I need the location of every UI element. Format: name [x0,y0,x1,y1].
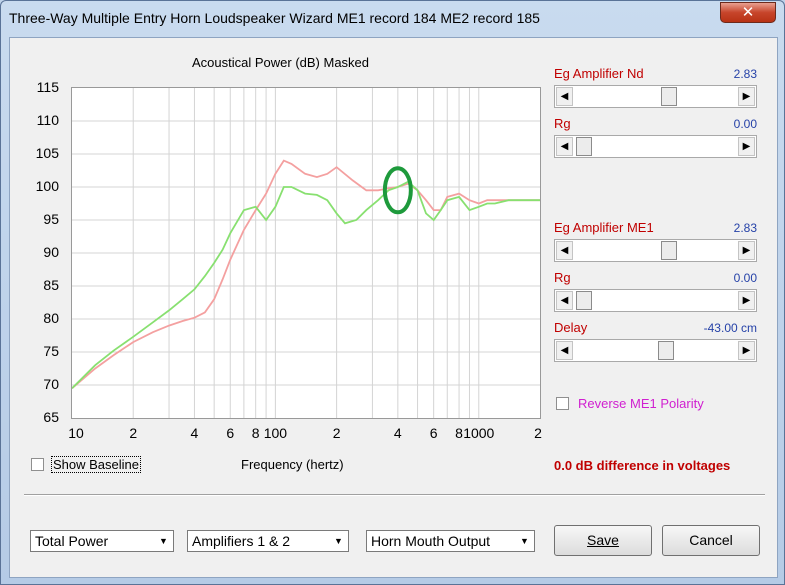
y-tick-label: 85 [43,277,59,293]
output-type-select[interactable]: Total Power ▼ [30,530,174,552]
slider-scrollbar[interactable]: ◀ ▶ [554,289,757,312]
voltage-difference-text: 0.0 dB difference in voltages [554,458,731,473]
chevron-down-icon[interactable]: ▼ [155,532,172,550]
slider-scrollbar[interactable]: ◀ ▶ [554,85,757,108]
y-tick-label: 95 [43,211,59,227]
amplifier-select[interactable]: Amplifiers 1 & 2 ▼ [187,530,349,552]
separator [24,494,765,496]
slider-value: 0.00 [733,271,757,285]
save-button[interactable]: Save [554,525,652,556]
show-baseline-checkbox[interactable] [31,458,44,471]
chevron-down-icon[interactable]: ▼ [516,532,533,550]
x-tick-label: 10 [68,425,84,441]
scroll-left-icon[interactable]: ◀ [556,291,573,310]
measurement-point-value: Horn Mouth Output [371,533,491,549]
scroll-right-icon[interactable]: ▶ [738,87,755,106]
save-button-label: Save [587,532,619,548]
slider-value: 2.83 [733,67,757,81]
slider-value: -43.00 cm [703,321,757,335]
y-tick-label: 115 [36,79,59,95]
slider-label: Rg [554,270,571,285]
slider-label: Eg Amplifier ME1 [554,220,654,235]
scroll-left-icon[interactable]: ◀ [556,137,573,156]
chevron-down-icon[interactable]: ▼ [330,532,347,550]
slider-label: Eg Amplifier Nd [554,66,644,81]
slider-thumb[interactable] [661,87,678,106]
slider-thumb[interactable] [661,241,678,260]
reverse-polarity-checkbox[interactable] [556,397,569,410]
scroll-right-icon[interactable]: ▶ [738,341,755,360]
x-tick-label: 2 [332,425,341,441]
cancel-button[interactable]: Cancel [662,525,760,556]
measurement-point-select[interactable]: Horn Mouth Output ▼ [366,530,535,552]
title-bar: Three-Way Multiple Entry Horn Loudspeake… [1,1,784,35]
show-baseline-text: Show Baseline [51,456,141,473]
y-tick-label: 80 [43,310,59,326]
y-tick-label: 110 [36,112,59,128]
slider-scrollbar[interactable]: ◀ ▶ [554,135,757,158]
y-tick-label: 75 [43,343,59,359]
close-icon: ✕ [741,4,755,21]
y-tick-label: 70 [43,376,59,392]
scroll-right-icon[interactable]: ▶ [738,137,755,156]
chart-title: Acoustical Power (dB) Masked [192,55,370,70]
y-tick-label: 90 [43,244,59,260]
scroll-left-icon[interactable]: ◀ [556,87,573,106]
y-tick-label: 105 [35,145,59,161]
slider-value: 2.83 [733,221,757,235]
acoustical-power-chart [71,88,540,418]
show-baseline-label[interactable]: Show Baseline [51,456,141,473]
slider-thumb[interactable] [658,341,675,360]
scroll-left-icon[interactable]: ◀ [556,341,573,360]
output-type-value: Total Power [35,533,109,549]
x-tick-label: 4 [393,425,402,441]
slider-label: Delay [554,320,588,335]
x-tick-label: 1000 [463,425,495,441]
wizard-window: Three-Way Multiple Entry Horn Loudspeake… [0,0,785,585]
reverse-polarity-label[interactable]: Reverse ME1 Polarity [578,396,704,411]
scroll-right-icon[interactable]: ▶ [738,241,755,260]
scroll-left-icon[interactable]: ◀ [556,241,573,260]
x-tick-label: 4 [190,425,199,441]
window-title: Three-Way Multiple Entry Horn Loudspeake… [9,10,540,26]
slider-thumb[interactable] [576,291,592,310]
amplifier-value: Amplifiers 1 & 2 [192,533,291,549]
slider-value: 0.00 [733,117,757,131]
close-button[interactable]: ✕ [720,2,776,23]
y-tick-label: 65 [43,409,59,425]
client-area: Acoustical Power (dB) Masked 115 110 105 10… [9,37,778,578]
slider-label: Rg [554,116,571,131]
slider-thumb[interactable] [576,137,592,156]
plot-area [71,87,541,419]
slider-scrollbar[interactable]: ◀ ▶ [554,239,757,262]
x-axis-label: Frequency (hertz) [241,457,344,472]
x-tick-label: 2 [534,425,542,441]
slider-scrollbar[interactable]: ◀ ▶ [554,339,757,362]
x-tick-label: 2 [129,425,138,441]
cancel-button-label: Cancel [689,532,733,548]
x-tick-label: 100 [263,425,288,441]
y-tick-label: 100 [35,178,59,194]
scroll-right-icon[interactable]: ▶ [738,291,755,310]
